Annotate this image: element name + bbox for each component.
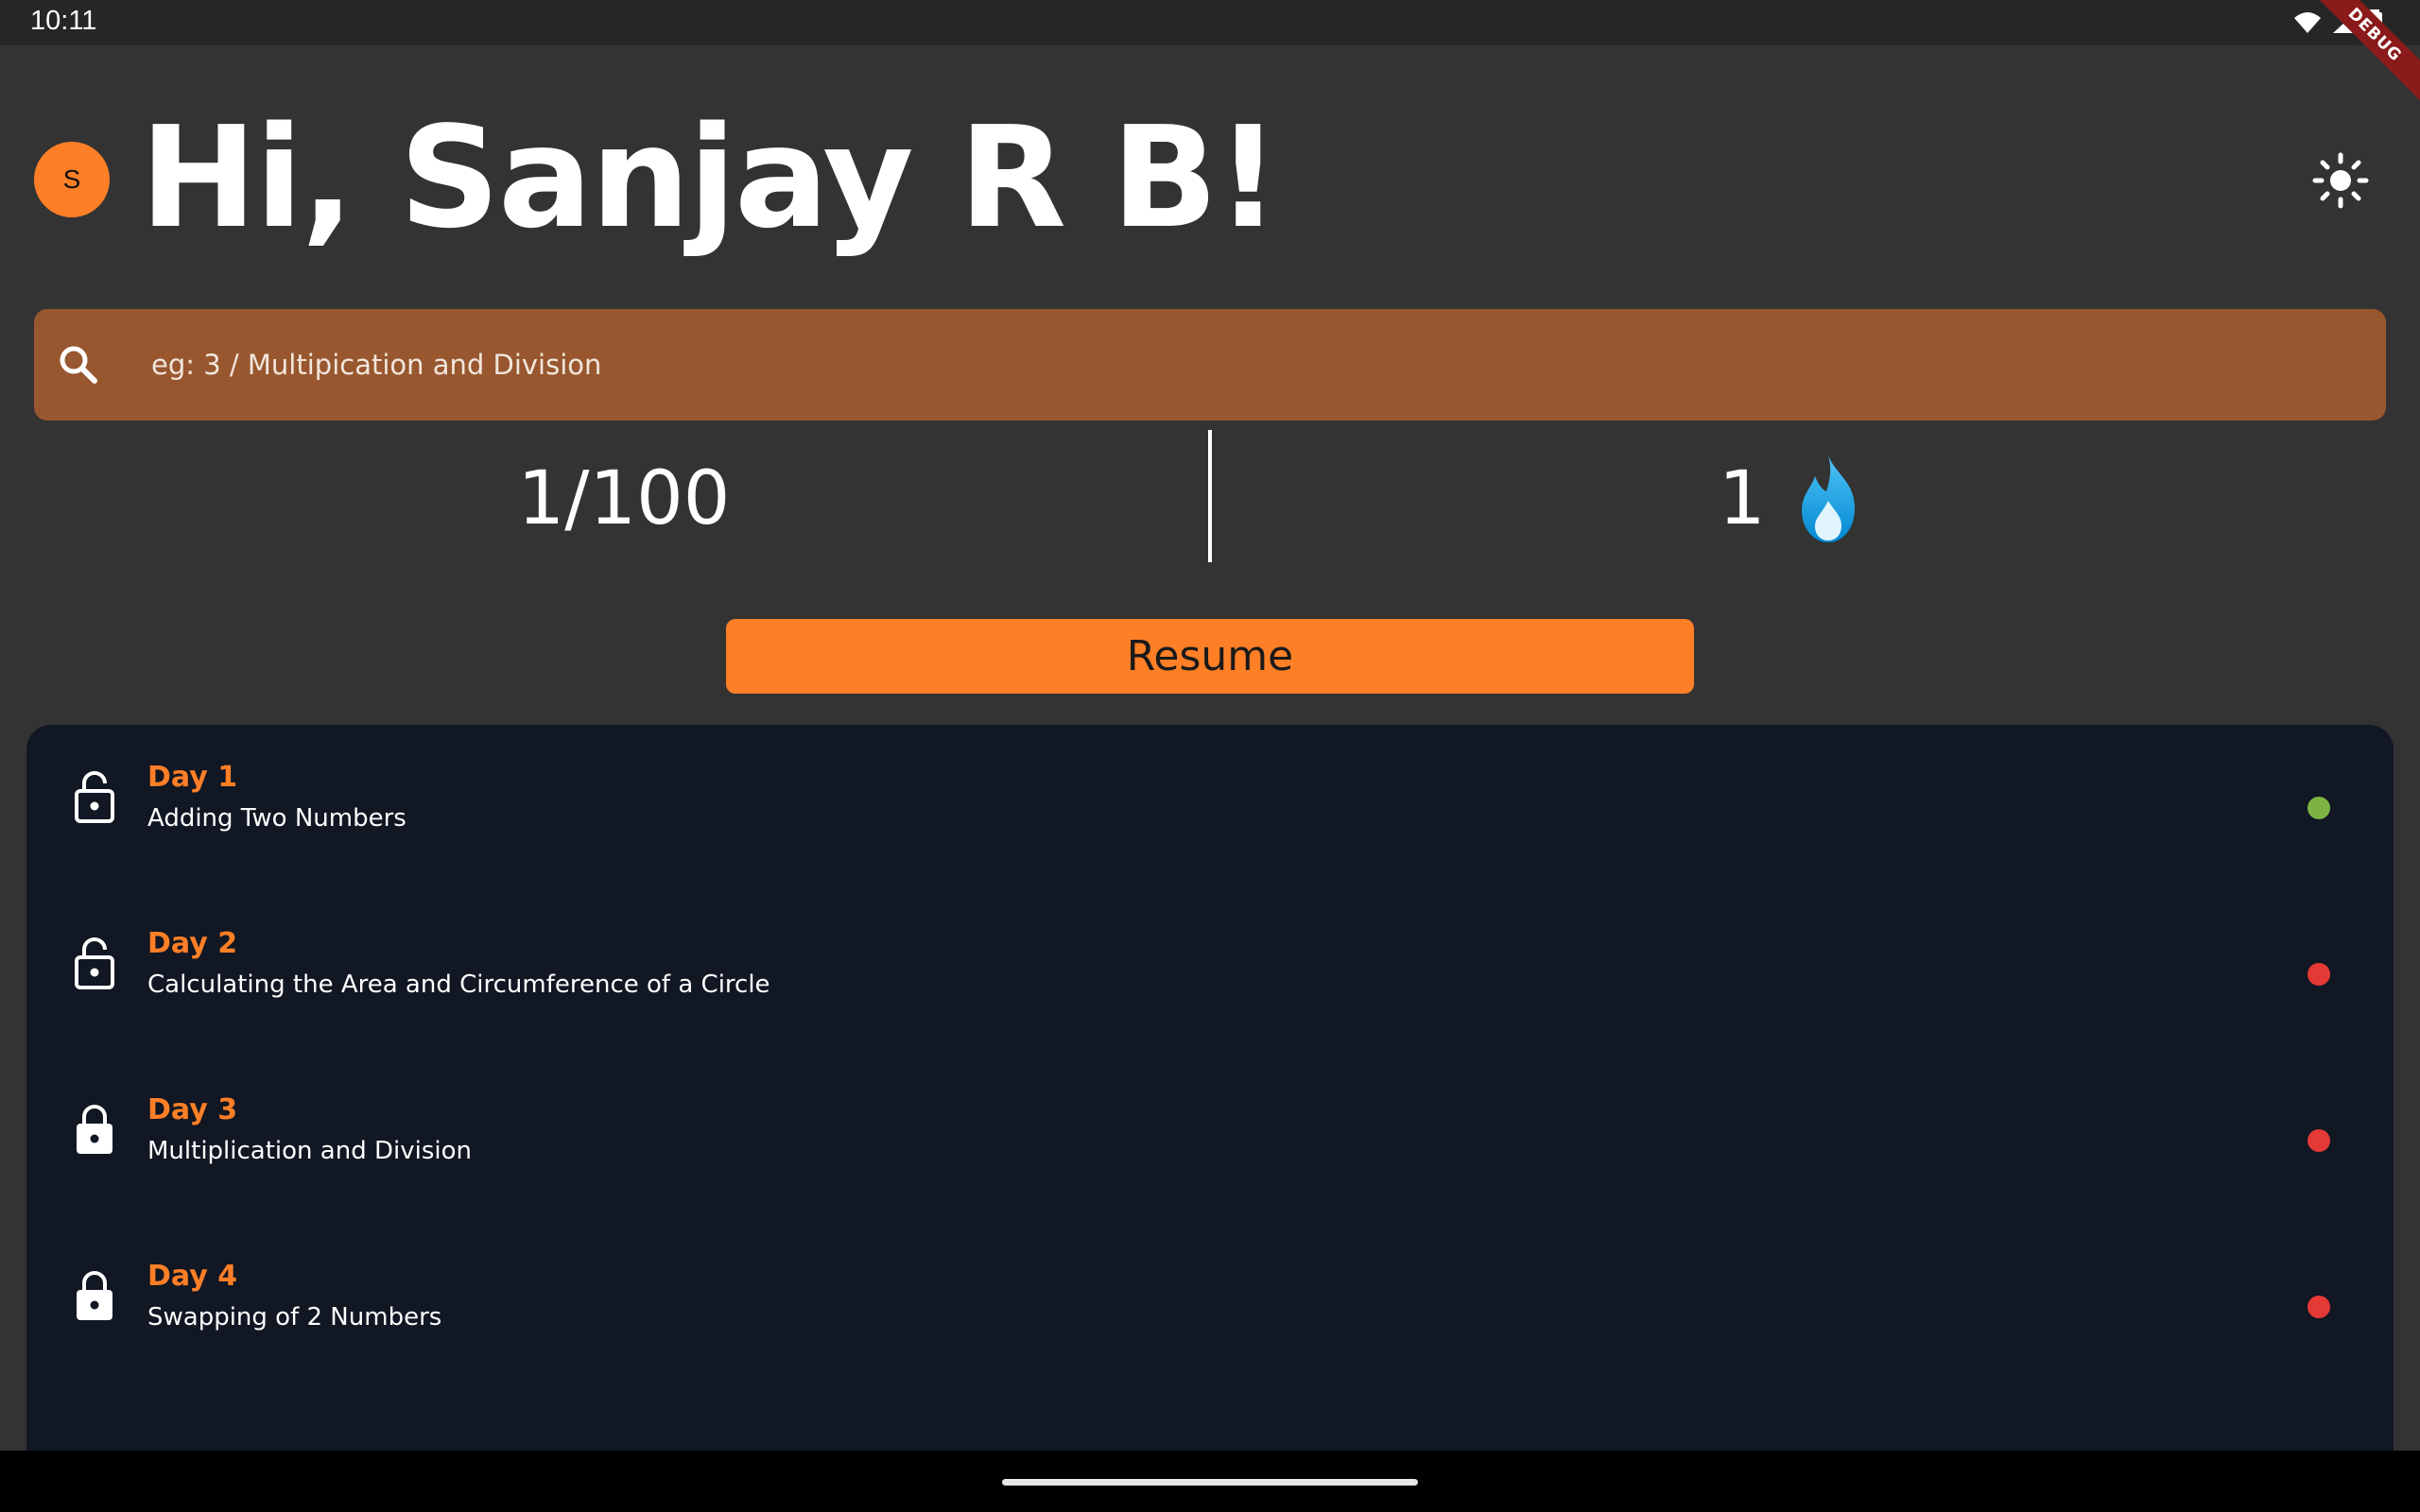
day-title: Day 4 <box>147 1260 238 1293</box>
status-dot-incomplete <box>2308 1296 2330 1318</box>
day-item-4[interactable]: Day 4 Swapping of 2 Numbers <box>26 1224 2394 1390</box>
lock-icon <box>77 1105 112 1154</box>
status-time: 10:11 <box>30 6 97 36</box>
day-item-3[interactable]: Day 3 Multiplication and Division <box>26 1057 2394 1224</box>
stats-divider <box>1208 430 1212 562</box>
sun-icon <box>2312 152 2369 209</box>
status-dot-complete <box>2308 797 2330 819</box>
navigation-bar <box>0 1451 2420 1512</box>
resume-button[interactable]: Resume <box>726 619 1694 694</box>
status-bar: 10:11 DEBUG <box>0 0 2420 119</box>
fire-icon <box>1801 455 1855 542</box>
day-title: Day 2 <box>147 927 238 960</box>
day-subtitle: Calculating the Area and Circumference o… <box>147 971 770 999</box>
day-subtitle: Multiplication and Division <box>147 1137 472 1165</box>
unlock-icon <box>75 771 114 823</box>
status-dot-incomplete <box>2308 1129 2330 1152</box>
day-title: Day 3 <box>147 1093 238 1126</box>
home-indicator[interactable] <box>1002 1479 1418 1486</box>
avatar[interactable]: S <box>34 142 110 217</box>
day-subtitle: Swapping of 2 Numbers <box>147 1303 442 1332</box>
theme-toggle-button[interactable] <box>2307 146 2375 215</box>
progress-count: 1/100 <box>517 456 731 541</box>
search-bar[interactable] <box>34 309 2386 421</box>
lock-icon <box>77 1271 112 1320</box>
day-item-2[interactable]: Day 2 Calculating the Area and Circumfer… <box>26 891 2394 1057</box>
streak-count: 1 <box>1719 456 1766 541</box>
search-icon <box>60 346 97 384</box>
day-title: Day 1 <box>147 761 238 794</box>
search-input[interactable] <box>117 309 2367 421</box>
streak-counter: 1 <box>1719 452 1868 546</box>
day-item-1[interactable]: Day 1 Adding Two Numbers <box>26 725 2394 891</box>
wifi-icon <box>2294 12 2321 33</box>
day-list: Day 1 Adding Two Numbers Day 2 Calculati… <box>26 725 2394 1481</box>
page-title: Hi, Sanjay R B! <box>140 96 1280 259</box>
status-dot-incomplete <box>2308 963 2330 986</box>
day-subtitle: Adding Two Numbers <box>147 804 406 833</box>
unlock-icon <box>75 937 114 989</box>
